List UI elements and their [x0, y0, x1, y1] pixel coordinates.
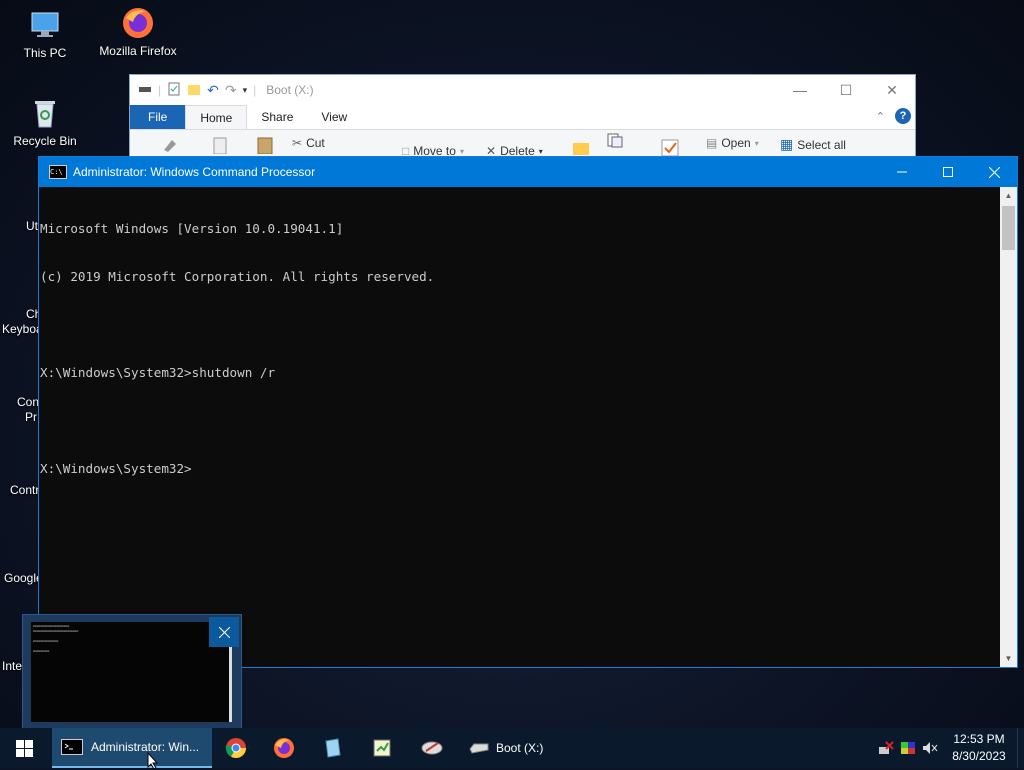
cmd-scrollbar[interactable]: ▲ ▼	[1000, 187, 1017, 667]
cmd-close-button[interactable]	[971, 157, 1017, 187]
cmd-maximize-button[interactable]	[925, 157, 971, 187]
select-all-button[interactable]: ▦ Select all	[780, 136, 846, 153]
windows-logo-icon	[15, 739, 33, 757]
properties-icon[interactable]	[167, 82, 181, 99]
open-button[interactable]: ▤ Open ▾	[706, 136, 759, 150]
mouse-cursor-icon	[147, 752, 159, 770]
desktop-label-partial: Keyboa	[2, 322, 43, 336]
show-desktop-button[interactable]	[1017, 728, 1024, 768]
cmd-minimize-button[interactable]	[879, 157, 925, 187]
select-all-icon: ▦	[780, 136, 794, 152]
thumbnail-close-button[interactable]	[209, 617, 239, 647]
command-prompt-window[interactable]: C:\ Administrator: Windows Command Proce…	[38, 156, 1018, 668]
tab-home[interactable]: Home	[185, 105, 248, 129]
taskbar-thumbnail-preview[interactable]: ▬▬▬▬▬▬▬▬▬▬▬▬▬▬▬▬▬▬▬▬ ▬▬▬▬▬▬▬▬▬▬▬▬▬▬▬▬▬▬▬…	[22, 614, 242, 730]
clock-date: 8/30/2023	[952, 749, 1006, 763]
console-output[interactable]: Microsoft Windows [Version 10.0.19041.1]…	[39, 187, 1000, 669]
desktop-icon-label: This PC	[23, 46, 67, 60]
scrollbar-thumb[interactable]	[1002, 206, 1015, 250]
desktop-icon-this-pc[interactable]: This PC	[2, 8, 88, 60]
window-thumbnail[interactable]: ▬▬▬▬▬▬▬▬▬▬▬▬▬▬▬▬▬▬▬▬ ▬▬▬▬▬▬▬▬▬▬▬▬▬▬▬▬▬▬▬…	[31, 622, 232, 722]
console-prompt: X:\Windows\System32>	[40, 461, 192, 476]
new-folder-large-icon[interactable]	[572, 140, 590, 156]
desktop-icon-label: Recycle Bin	[13, 134, 77, 148]
undo-icon[interactable]: ↶	[207, 82, 219, 99]
scroll-down-arrow-icon[interactable]: ▼	[1000, 650, 1017, 667]
new-item-icon[interactable]	[606, 132, 628, 148]
tab-share[interactable]: Share	[247, 105, 307, 129]
quick-access-toolbar: | ↶ ↷ ▾ |	[130, 82, 256, 99]
close-icon	[218, 626, 230, 638]
taskbar-chrome-button[interactable]	[218, 728, 254, 768]
firefox-icon	[121, 6, 155, 40]
editor-icon	[373, 739, 391, 757]
taskbar-notepad-button[interactable]	[315, 728, 351, 768]
clock-time: 12:53 PM	[953, 732, 1005, 746]
tab-file[interactable]: File	[130, 105, 186, 129]
taskbar-editor-button[interactable]	[364, 728, 400, 768]
cmd-titlebar[interactable]: C:\ Administrator: Windows Command Proce…	[39, 157, 1017, 187]
system-tray: 12:53 PM 8/30/2023	[875, 728, 1024, 768]
help-icon[interactable]: ?	[895, 108, 911, 124]
taskbar-cmd-label: Administrator: Win...	[91, 740, 200, 754]
paste-icon[interactable]	[255, 136, 275, 154]
cmd-icon	[61, 739, 83, 755]
taskbar-tool-button[interactable]	[414, 728, 450, 768]
explorer-maximize-button[interactable]: ☐	[823, 75, 869, 105]
console-line: X:\Windows\System32>shutdown /r	[40, 365, 276, 380]
notepad-icon	[325, 738, 341, 758]
desktop-label-partial: Con	[17, 395, 40, 409]
chrome-icon	[225, 738, 246, 758]
redo-icon[interactable]: ↷	[225, 82, 237, 99]
desktop-icon-recycle-bin[interactable]: Recycle Bin	[2, 96, 88, 148]
explorer-close-button[interactable]: ✕	[869, 75, 915, 105]
taskbar-firefox-button[interactable]	[266, 728, 302, 768]
cmd-app-icon: C:\	[49, 165, 67, 179]
explorer-minimize-button[interactable]: —	[777, 75, 823, 105]
taskbar-explorer-button[interactable]: Boot (X:)	[462, 728, 552, 768]
desktop-label-partial: Contr	[10, 483, 40, 497]
file-explorer-window[interactable]: | ↶ ↷ ▾ | Boot (X:) — ☐ ✕ File Home Shar…	[129, 74, 916, 160]
cmd-title: Administrator: Windows Command Processor	[73, 165, 316, 179]
desktop-label-partial: Pr	[25, 410, 37, 424]
firefox-icon	[274, 738, 294, 758]
desktop-icon-firefox[interactable]: Mozilla Firefox	[95, 6, 181, 58]
display-icon[interactable]	[897, 741, 919, 755]
desktop-icon-label: Mozilla Firefox	[99, 44, 177, 58]
properties-large-icon[interactable]	[660, 138, 682, 156]
taskbar-explorer-label: Boot (X:)	[496, 741, 544, 755]
drive-icon	[469, 743, 489, 754]
start-button[interactable]	[0, 728, 48, 768]
customize-dropdown-icon[interactable]: ▾	[243, 85, 248, 96]
console-line: Microsoft Windows [Version 10.0.19041.1]	[40, 221, 344, 236]
pin-icon[interactable]	[160, 136, 178, 154]
new-folder-icon[interactable]	[187, 82, 201, 99]
system-clock[interactable]: 12:53 PM 8/30/2023	[941, 731, 1017, 765]
drive-icon	[138, 83, 152, 97]
console-line: (c) 2019 Microsoft Corporation. All righ…	[40, 269, 435, 284]
cut-button[interactable]: ✂ Cut	[292, 136, 325, 150]
tab-view[interactable]: View	[307, 105, 361, 129]
explorer-title: Boot (X:)	[266, 83, 314, 97]
ribbon-collapse-icon[interactable]: ⌃	[876, 110, 885, 123]
volume-muted-icon[interactable]	[919, 741, 941, 755]
thumbnail-text: ▬▬▬▬▬▬▬▬▬▬▬▬▬▬▬▬▬▬▬▬ ▬▬▬▬▬▬▬▬▬▬▬▬▬▬▬▬▬▬▬…	[33, 624, 79, 653]
taskbar-cmd-button[interactable]: Administrator: Win...	[52, 728, 212, 768]
scissors-icon: ✂	[292, 136, 303, 150]
desktop-label-partial: Google	[4, 571, 43, 585]
explorer-titlebar[interactable]: | ↶ ↷ ▾ | Boot (X:) — ☐ ✕	[130, 75, 915, 105]
copy-icon[interactable]	[212, 136, 232, 154]
this-pc-icon	[28, 8, 62, 42]
desktop-label-partial: Inte	[2, 659, 23, 673]
scroll-up-arrow-icon[interactable]: ▲	[1000, 187, 1017, 204]
ribbon-tabs: File Home Share View ⌃ ?	[130, 105, 915, 129]
desktop-label-partial: Ut	[26, 219, 38, 233]
tool-icon	[421, 741, 443, 755]
recycle-bin-icon	[28, 96, 62, 130]
network-icon[interactable]	[875, 741, 897, 755]
